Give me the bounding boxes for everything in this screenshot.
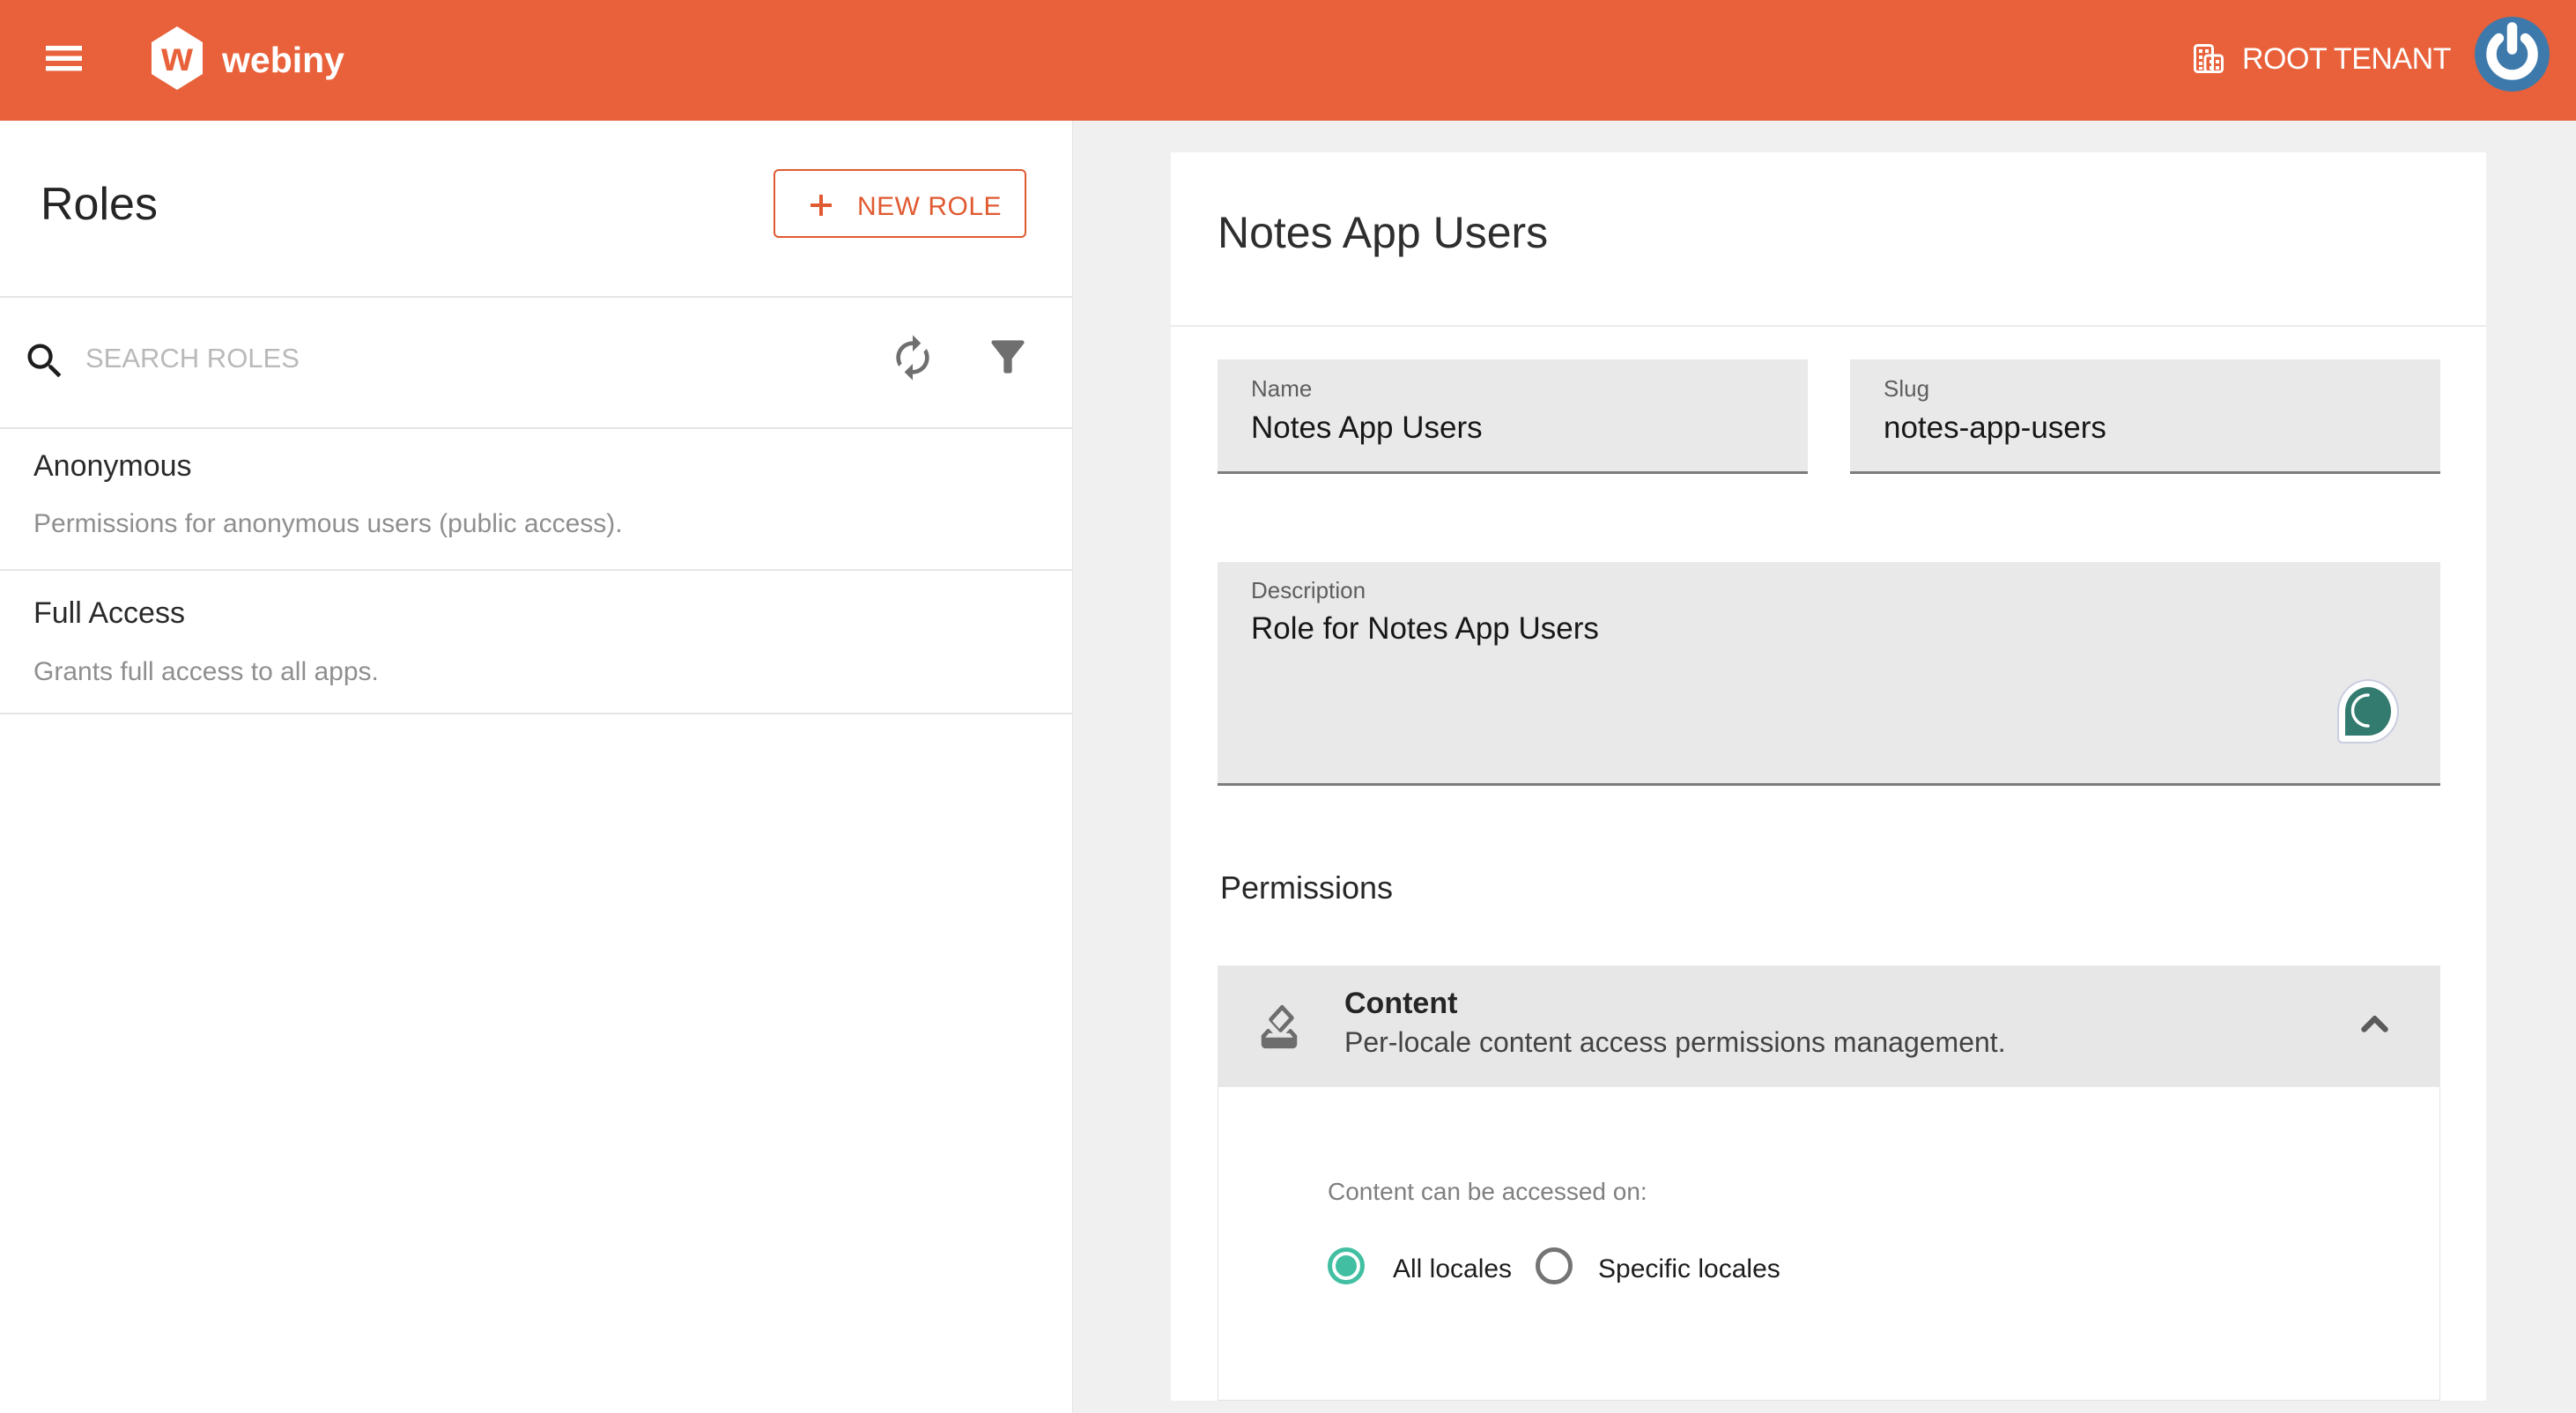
- svg-text:w: w: [160, 33, 193, 79]
